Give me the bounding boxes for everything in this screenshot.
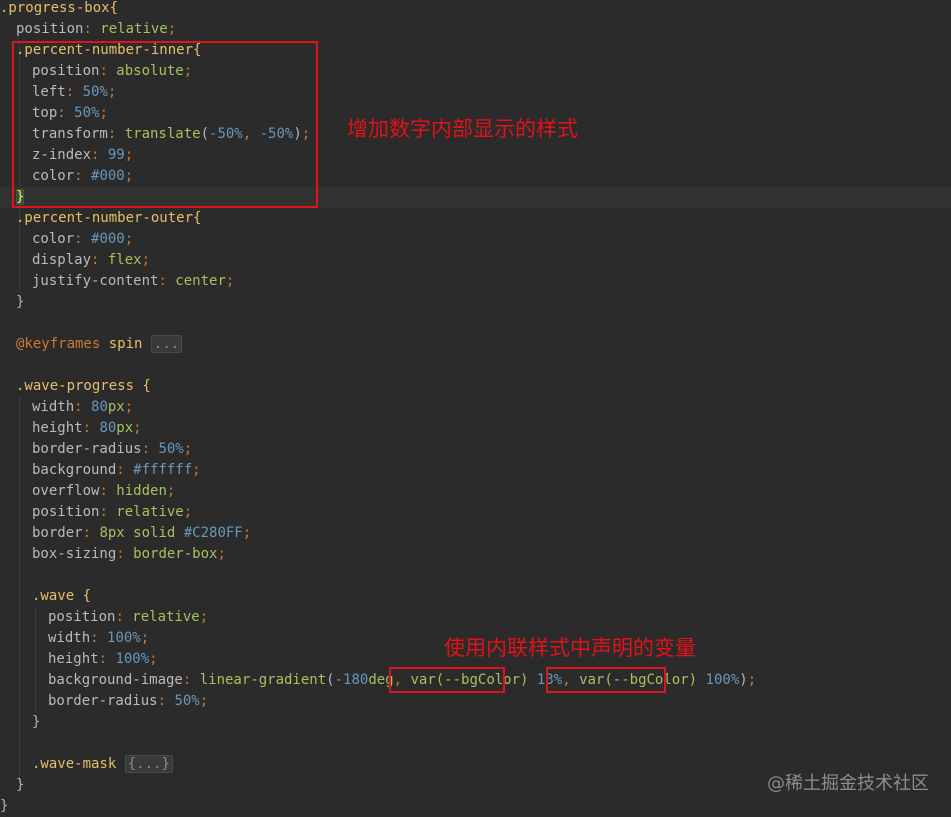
code-line: .progress-box{: [0, 0, 119, 16]
code-line: .wave {: [32, 588, 92, 604]
code-line: .percent-number-outer{: [16, 210, 202, 226]
code-line: position: relative;: [32, 504, 193, 520]
code-line: height: 100%;: [48, 651, 158, 667]
annotation-box-var2: [546, 667, 666, 693]
code-line: width: 100%;: [48, 630, 150, 646]
annotation-box-inner: [12, 41, 318, 208]
code-line: .wave-mask {...}: [32, 754, 173, 775]
fold-marker[interactable]: {...}: [124, 755, 173, 773]
code-line: overflow: hidden;: [32, 483, 176, 499]
watermark: @稀土掘金技术社区: [767, 773, 929, 794]
code-line: @keyframes spin ...: [16, 334, 183, 355]
code-line: background: #ffffff;: [32, 462, 201, 478]
annotation-note-2: 使用内联样式中声明的变量: [444, 636, 696, 660]
code-line: }: [16, 777, 25, 793]
code-line: position: relative;: [16, 21, 177, 37]
code-line: justify-content: center;: [32, 273, 235, 289]
code-line: width: 80px;: [32, 399, 134, 415]
code-line: display: flex;: [32, 252, 151, 268]
indent-guide: [35, 606, 36, 711]
code-line: border: 8px solid #C280FF;: [32, 525, 252, 541]
code-line: position: relative;: [48, 609, 209, 625]
code-line: }: [16, 294, 25, 310]
fold-marker[interactable]: ...: [150, 335, 183, 353]
code-line: border-radius: 50%;: [48, 693, 209, 709]
code-line: color: #000;: [32, 231, 134, 247]
indent-guide: [19, 397, 20, 781]
code-line: border-radius: 50%;: [32, 441, 193, 457]
code-line: .wave-progress {: [16, 378, 151, 394]
code-line: height: 80px;: [32, 420, 142, 436]
code-line: }: [32, 714, 41, 730]
annotation-note-1: 增加数字内部显示的样式: [347, 117, 578, 141]
annotation-box-var1: [389, 667, 505, 693]
code-line: box-sizing: border-box;: [32, 546, 226, 562]
